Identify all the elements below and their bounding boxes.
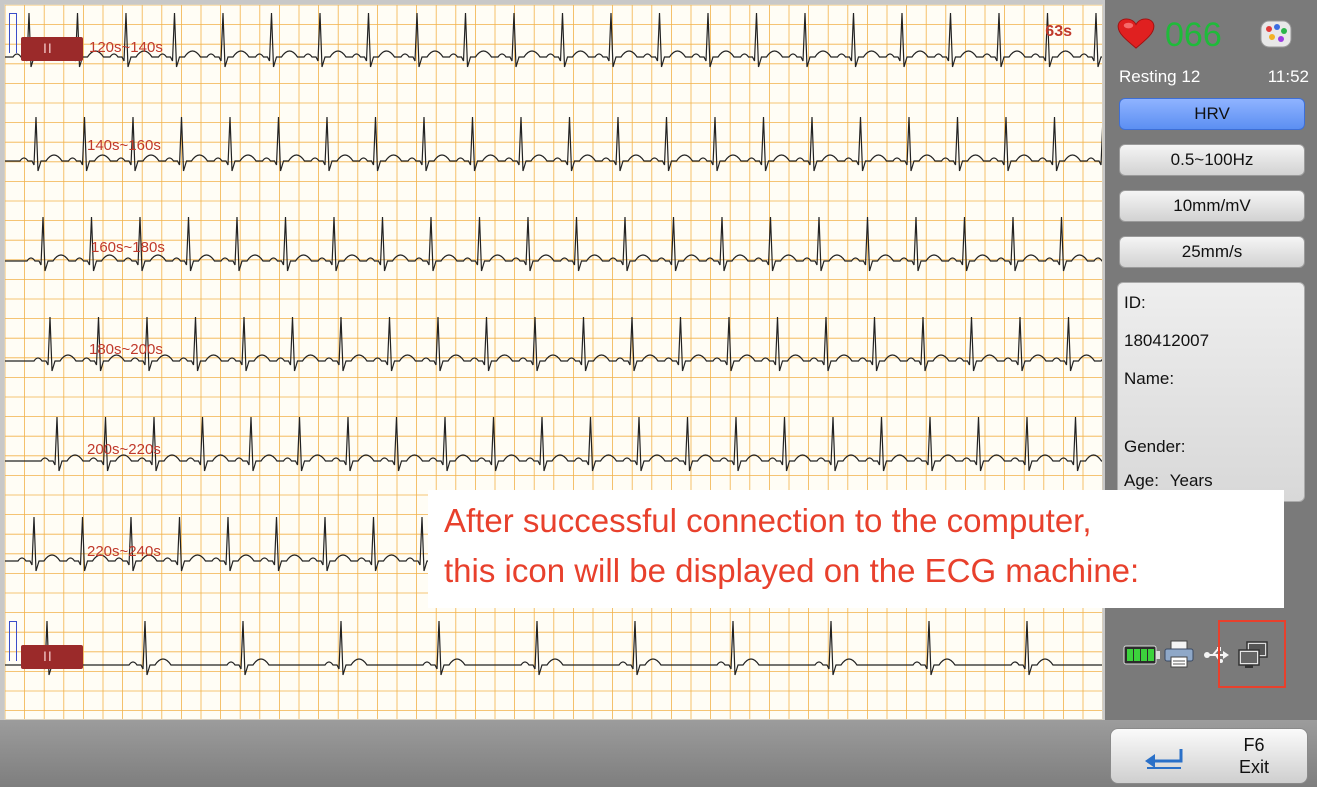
exit-label: Exit xyxy=(1238,757,1269,777)
patient-age-label: Age: xyxy=(1124,471,1159,490)
gain-button[interactable]: 10mm/mV xyxy=(1119,190,1305,222)
strip-time-label: 180s~200s xyxy=(89,341,163,358)
elapsed-time: 63s xyxy=(1045,23,1072,40)
patient-gender-label: Gender: xyxy=(1124,437,1186,456)
ecg-waveform-area: II II 120s~140s 140s~160s 160s~180s 180s… xyxy=(4,4,1103,720)
strip-time-label: 160s~180s xyxy=(91,239,165,256)
patient-id-value: 180412007 xyxy=(1124,331,1210,350)
strip-time-label: 220s~240s xyxy=(87,543,161,560)
mode-status-row: Resting 12 11:52 xyxy=(1119,64,1309,90)
lead-badge: II xyxy=(21,37,83,61)
exit-button[interactable]: F6 Exit xyxy=(1110,728,1308,784)
heart-rate-value: 066 xyxy=(1165,16,1222,54)
bottom-bar: F6 Exit xyxy=(0,720,1317,787)
lead-badge: II xyxy=(21,645,83,669)
patient-age-row: Age: Years xyxy=(1124,471,1213,491)
annotation-line-2: this icon will be displayed on the ECG m… xyxy=(444,552,1140,589)
instruction-annotation: After successful connection to the compu… xyxy=(428,490,1284,608)
patient-info-panel[interactable]: ID: 180412007 Name: Gender: Age: Years xyxy=(1117,282,1305,502)
battery-icon xyxy=(1123,645,1160,665)
calibration-mark xyxy=(9,13,17,53)
back-arrow-icon xyxy=(1145,749,1183,769)
patient-id-label: ID: xyxy=(1124,293,1146,312)
strip-time-label: 200s~220s xyxy=(87,441,161,458)
strip-time-label: 120s~140s xyxy=(89,39,163,56)
connection-icon-highlight xyxy=(1218,620,1286,688)
calibration-mark xyxy=(9,621,17,661)
ecg-grid xyxy=(5,5,1102,719)
exit-key-label: F6 xyxy=(1243,735,1265,755)
strip-time-label: 140s~160s xyxy=(87,137,161,154)
heart-icon xyxy=(1117,18,1155,49)
clock: 11:52 xyxy=(1267,67,1309,86)
patient-age-unit: Years xyxy=(1169,471,1213,490)
ecg-screen: II II 120s~140s 140s~160s 160s~180s 180s… xyxy=(0,0,1317,787)
paper-speed-button[interactable]: 25mm/s xyxy=(1119,236,1305,268)
brain-icon[interactable] xyxy=(1259,18,1293,52)
right-panel: 066 Resting 12 11:52 HRV 0.5~100Hz 10mm/… xyxy=(1105,0,1317,720)
annotation-line-1: After successful connection to the compu… xyxy=(444,502,1092,539)
filter-button[interactable]: 0.5~100Hz xyxy=(1119,144,1305,176)
acquisition-mode: Resting 12 xyxy=(1119,67,1201,86)
heart-rate-display: 066 xyxy=(1117,12,1307,56)
patient-name-label: Name: xyxy=(1124,369,1175,388)
printer-icon xyxy=(1164,640,1194,668)
hrv-button[interactable]: HRV xyxy=(1119,98,1305,130)
